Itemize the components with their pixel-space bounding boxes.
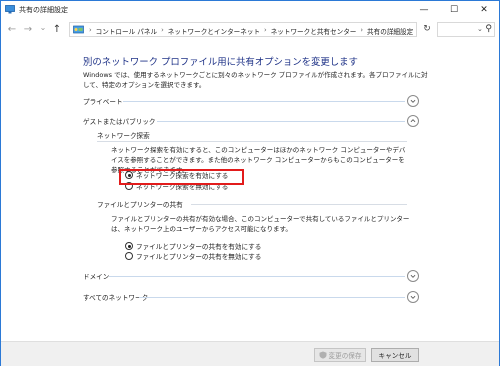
file-printer-sharing-text: ファイルとプリンターの共有が有効な場合、このコンピューターで共有しているファイル… [111,215,410,233]
title-bar: 共有の詳細設定 — ☐ ✕ [1,1,499,18]
maximize-button[interactable]: ☐ [439,1,469,18]
section-divider [109,276,405,277]
section-private-label: プライベート [83,98,123,106]
section-domain[interactable]: ドメイン [83,269,421,283]
highlight-annotation-box [119,169,244,185]
cancel-button[interactable]: キャンセル [371,348,419,362]
file-printer-sharing-on-label: ファイルとプリンターの共有を有効にする [136,243,262,251]
window-title: 共有の詳細設定 [19,6,68,14]
address-bar: ← → ⌄ ↑ › コントロール パネル › ネットワークとインターネット › … [1,18,499,42]
section-divider [157,121,405,122]
control-panel-icon [73,25,84,34]
minimize-button[interactable]: — [409,1,439,18]
subsection-divider [191,204,407,205]
breadcrumb: › コントロール パネル › ネットワークとインターネット › ネットワークと共… [88,26,416,36]
save-changes-label: 変更の保存 [328,352,362,360]
section-divider [123,101,405,102]
radio-button-checked[interactable] [125,242,133,250]
expand-chevron-icon[interactable] [407,291,419,303]
footer-bar: 変更の保存 キャンセル [1,341,499,366]
breadcrumb-network-internet[interactable]: ネットワークとインターネット [165,26,263,36]
network-icon [5,5,15,14]
section-divider [139,297,405,298]
section-guest-public[interactable]: ゲストまたはパブリック [83,114,421,128]
cancel-label: キャンセル [378,352,412,360]
breadcrumb-control-panel[interactable]: コントロール パネル [93,26,160,36]
search-icon: ⚲ [485,24,492,34]
breadcrumb-network-sharing-center[interactable]: ネットワークと共有センター [268,26,360,36]
window: 共有の詳細設定 — ☐ ✕ ← → ⌄ ↑ › コントロール パネル › ネット… [0,0,500,366]
page-description: Windows では、使用するネットワークごとに別々のネットワーク プロファイル… [83,71,428,89]
close-button[interactable]: ✕ [469,1,499,18]
section-all-networks[interactable]: すべてのネットワーク [83,290,421,304]
forward-arrow-icon[interactable]: → [22,23,34,35]
page-title: 別のネットワーク プロファイル用に共有オプションを変更します [83,57,358,68]
section-private[interactable]: プライベート [83,94,421,108]
uac-shield-icon [319,351,327,359]
section-domain-label: ドメイン [83,273,110,281]
file-printer-sharing-on-option[interactable]: ファイルとプリンターの共有を有効にする [125,241,261,251]
file-printer-sharing-off-option[interactable]: ファイルとプリンターの共有を無効にする [125,251,261,261]
search-input[interactable]: ⚲ [437,22,495,37]
subsection-divider [97,141,407,142]
settings-content: 別のネットワーク プロファイル用に共有オプションを変更します Windows で… [1,42,499,341]
save-changes-button[interactable]: 変更の保存 [314,348,366,362]
recent-locations-chevron-icon[interactable]: ⌄ [37,21,49,33]
address-path-box[interactable]: › コントロール パネル › ネットワークとインターネット › ネットワークと共… [69,22,483,37]
network-discovery-title: ネットワーク探索 [97,132,150,140]
refresh-icon[interactable]: ↻ [421,23,433,35]
expand-chevron-icon[interactable] [407,270,419,282]
file-printer-sharing-title: ファイルとプリンターの共有 [97,201,183,209]
collapse-chevron-icon[interactable] [407,115,419,127]
back-arrow-icon[interactable]: ← [6,23,18,35]
section-guest-public-label: ゲストまたはパブリック [83,118,156,126]
radio-button-unchecked[interactable] [125,252,133,260]
expand-chevron-icon[interactable] [407,95,419,107]
file-printer-sharing-off-label: ファイルとプリンターの共有を無効にする [136,253,262,261]
breadcrumb-advanced-sharing[interactable]: 共有の詳細設定 [364,26,416,36]
up-arrow-icon[interactable]: ↑ [51,23,63,35]
